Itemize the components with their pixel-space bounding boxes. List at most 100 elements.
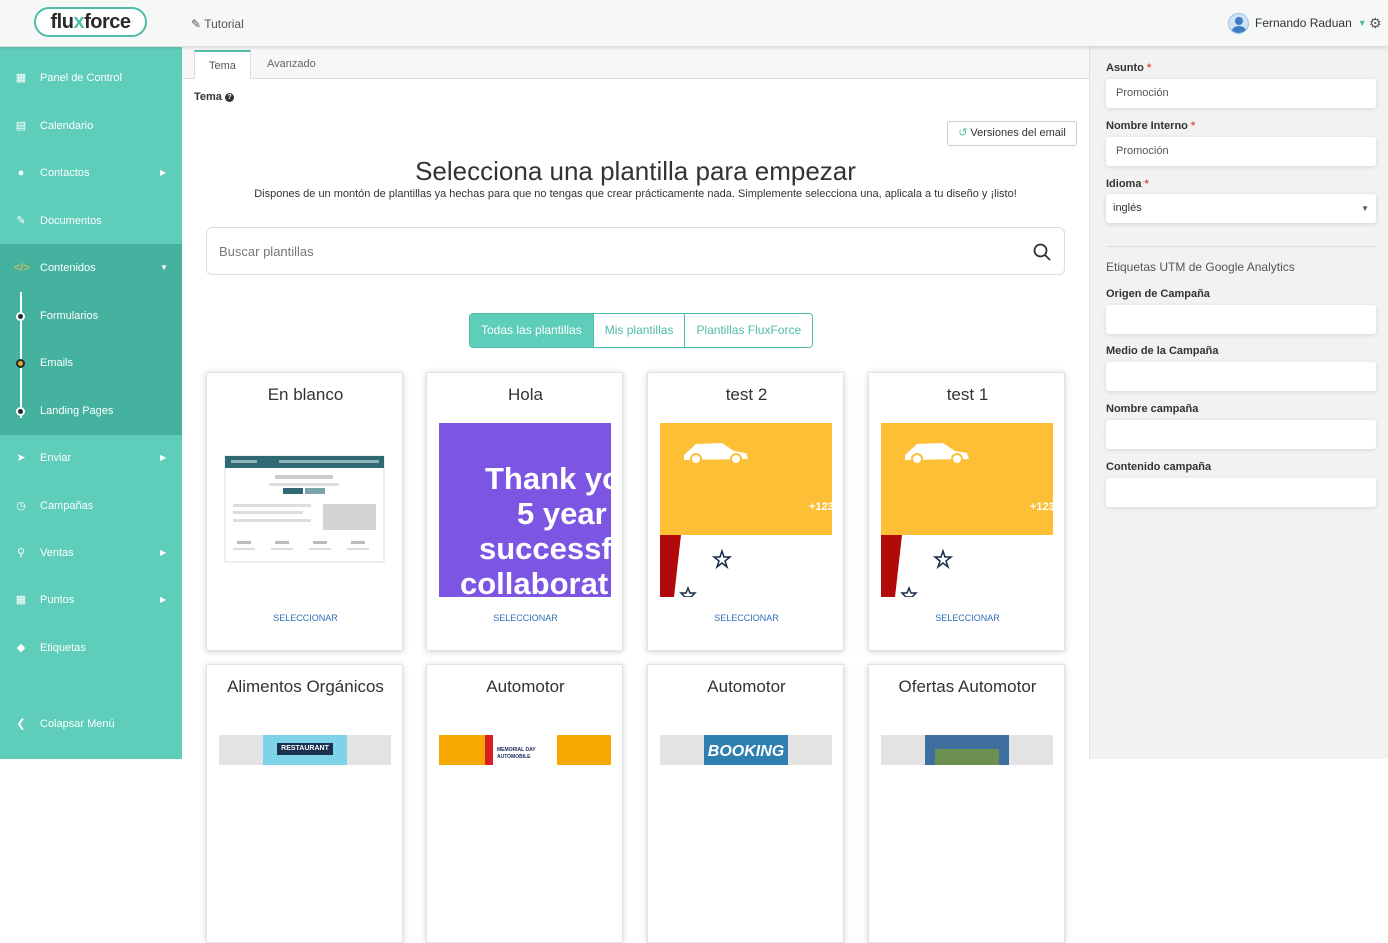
thumb-text: +123 [1030, 501, 1053, 513]
card-title: Alimentos Orgánicos [227, 677, 384, 696]
nombre-campana-input[interactable] [1106, 420, 1376, 449]
template-card-test-1[interactable]: test 1 +123 SELECCIONAR [868, 372, 1065, 651]
question-circle-icon[interactable]: ? [224, 92, 234, 102]
template-card-automotor-1[interactable]: Automotor MEMORIAL DAY AUTOMOBILE [426, 664, 623, 943]
paperclip-icon: ✎ [16, 215, 26, 227]
main-content: Tema Avanzado Tema ? ↺ Versiones del emai… [182, 47, 1089, 943]
template-thumbnail: RESTAURANT [219, 735, 391, 765]
select-template-button[interactable]: SELECCIONAR [869, 613, 1066, 623]
search-input[interactable] [219, 241, 999, 261]
thumb-line-4: collaborat [460, 566, 609, 597]
select-template-button[interactable]: SELECCIONAR [207, 613, 404, 623]
sidebar-subitem-formularios[interactable]: Formularios [0, 293, 182, 340]
card-title: Automotor [486, 677, 565, 696]
medio-campana-input[interactable] [1106, 362, 1376, 391]
car-icon [660, 443, 748, 597]
thumb-text-2: AUTOMOBILE [497, 754, 531, 760]
chevron-right-icon: ▶ [160, 548, 167, 557]
select-template-button[interactable]: SELECCIONAR [427, 613, 624, 623]
sidebar-subitem-landing-pages[interactable]: Landing Pages [0, 388, 182, 435]
card-title: Ofertas Automotor [898, 677, 1037, 696]
tabs-bar: Tema Avanzado [182, 47, 1089, 79]
sidebar-subitem-emails[interactable]: Emails [0, 340, 182, 387]
sidebar-item-enviar[interactable]: ➤ Enviar ▶ [0, 434, 182, 481]
chevron-right-icon: ▶ [160, 453, 167, 462]
tab-avanzado[interactable]: Avanzado [253, 50, 330, 79]
template-card-test-2[interactable]: test 2 +123 SELECCIONAR [647, 372, 844, 651]
bullet-icon [16, 407, 25, 416]
nombre-interno-input[interactable]: Promoción [1106, 137, 1376, 166]
asunto-input[interactable]: Promoción [1106, 79, 1376, 108]
fluxforce-logo[interactable]: fluxforce [34, 7, 147, 37]
template-card-ofertas-automotor[interactable]: Ofertas Automotor [868, 664, 1065, 943]
email-settings-panel: Asunto * Promoción Nombre Interno * Prom… [1089, 47, 1388, 759]
template-thumbnail: +123 [881, 423, 1053, 597]
tutorial-link[interactable]: ✎ Tutorial [191, 17, 244, 31]
calculator-icon: ▦ [15, 594, 27, 606]
search-icon[interactable] [1032, 242, 1052, 262]
chevron-down-icon: ▼ [1357, 18, 1367, 28]
sidebar-item-ventas[interactable]: ⚲ Ventas ▶ [0, 529, 182, 576]
card-title: Automotor [707, 677, 786, 696]
asunto-label: Asunto * [1106, 62, 1152, 74]
origen-campana-input[interactable] [1106, 305, 1376, 334]
contenido-campana-label: Contenido campaña [1106, 461, 1212, 473]
contenido-campana-input[interactable] [1106, 478, 1376, 507]
card-title: test 2 [725, 385, 768, 404]
clock-icon: ◷ [16, 500, 26, 512]
thumb-text: +123 [809, 501, 832, 513]
thumb-text-1: MEMORIAL DAY [497, 747, 536, 753]
bullet-active-icon [16, 359, 25, 368]
caret-down-icon: ▼ [1361, 204, 1369, 213]
sidebar-item-etiquetas[interactable]: ◆ Etiquetas [0, 624, 182, 671]
gear-icon[interactable]: ⚙ [1369, 15, 1382, 32]
car-icon [881, 443, 969, 597]
divider [1106, 246, 1376, 247]
nombre-campana-label: Nombre campaña [1106, 403, 1199, 415]
chevron-right-icon: ▶ [160, 595, 167, 604]
sidebar-item-calendario[interactable]: ▤ Calendario [0, 102, 182, 149]
idioma-select[interactable]: inglés ▼ [1106, 194, 1376, 223]
select-template-button[interactable]: SELECCIONAR [648, 613, 845, 623]
filter-fluxforce-templates[interactable]: Plantillas FluxForce [684, 314, 813, 347]
sidebar-item-panel-de-control[interactable]: ▦ Panel de Control [0, 54, 182, 101]
sidebar-item-campanas[interactable]: ◷ Campañas [0, 482, 182, 529]
idioma-label: Idioma * [1106, 178, 1149, 190]
thumb-line-1: Thank yo [485, 461, 611, 496]
user-menu[interactable]: Fernando Raduan ▼ [1228, 12, 1367, 34]
template-search [206, 227, 1065, 275]
versions-email-button[interactable]: ↺ Versiones del email [947, 121, 1077, 146]
tab-tema[interactable]: Tema [194, 50, 251, 79]
sidebar-item-puntos[interactable]: ▦ Puntos ▶ [0, 576, 182, 623]
template-thumbnail: Thank yo 5 year successf collaborat [439, 423, 611, 597]
template-card-automotor-2[interactable]: Automotor BOOKING [647, 664, 844, 943]
user-icon: ● [17, 166, 25, 179]
origen-campana-label: Origen de Campaña [1106, 288, 1210, 300]
template-thumbnail: +123 [660, 423, 832, 597]
page-title: Selecciona una plantilla para empezar [415, 156, 856, 186]
map-marker-icon: ⚲ [16, 547, 26, 559]
thumb-text: BOOKING [707, 743, 785, 760]
avatar-icon [1228, 12, 1249, 34]
calendar-icon: ▤ [15, 120, 27, 132]
utm-section-title: Etiquetas UTM de Google Analytics [1106, 260, 1295, 274]
card-title: Hola [508, 385, 543, 404]
template-card-alimentos-organicos[interactable]: Alimentos Orgánicos RESTAURANT [206, 664, 403, 943]
user-name: Fernando Raduan [1255, 16, 1352, 30]
template-thumbnail: BOOKING [660, 735, 832, 765]
template-card-hola[interactable]: Hola Thank yo 5 year successf collaborat… [426, 372, 623, 651]
code-icon: </> [14, 261, 30, 274]
sidebar-item-contenidos[interactable]: </> Contenidos ▼ [0, 244, 182, 291]
wand-icon: ✎ [191, 17, 202, 31]
blank-layout-thumbnail [224, 455, 385, 563]
filter-all-templates[interactable]: Todas las plantillas [470, 314, 593, 347]
template-card-blank[interactable]: En blanco SELECCIONAR [206, 372, 403, 651]
sidebar-item-documentos[interactable]: ✎ Documentos [0, 197, 182, 244]
sidebar-item-contactos[interactable]: ● Contactos ▶ [0, 149, 182, 196]
template-thumbnail [881, 735, 1053, 765]
filter-my-templates[interactable]: Mis plantillas [592, 314, 685, 347]
page-description: Dispones de un montón de plantillas ya h… [254, 188, 1017, 200]
medio-campana-label: Medio de la Campaña [1106, 345, 1219, 357]
collapse-menu-button[interactable]: ❮ Colapsar Menú [0, 700, 182, 747]
thumb-text: RESTAURANT [277, 743, 333, 755]
